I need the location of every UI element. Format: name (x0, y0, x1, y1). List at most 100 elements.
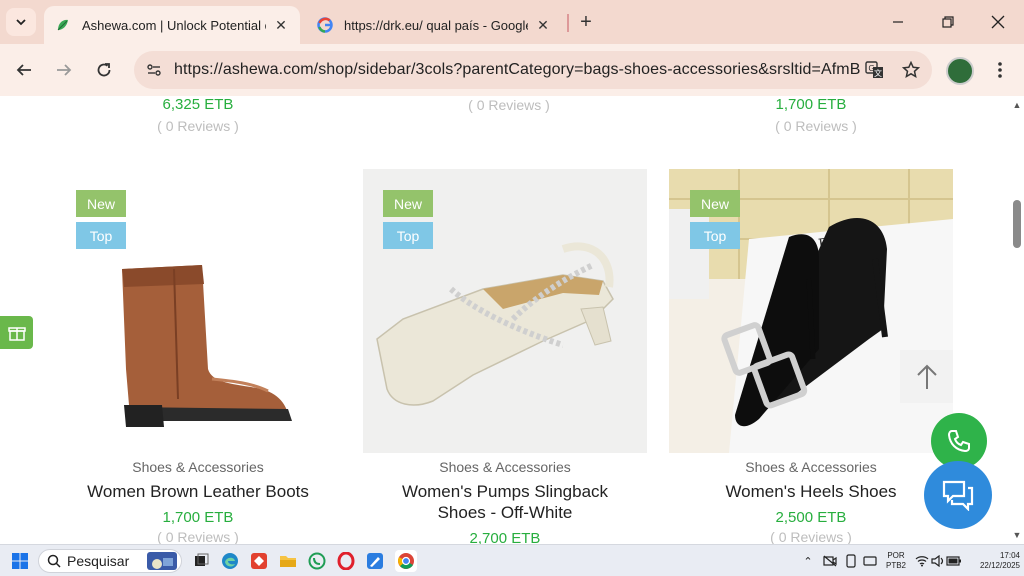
product-category[interactable]: Shoes & Accessories (669, 459, 953, 475)
whatsapp-icon[interactable] (306, 550, 328, 572)
product-price: 2,500 ETB (775, 509, 847, 526)
url-text[interactable]: https://ashewa.com/shop/sidebar/3cols?pa… (174, 61, 860, 79)
scroll-to-top-button[interactable] (900, 350, 953, 403)
product-reviews: ( 0 Reviews ) (775, 118, 857, 134)
gift-button[interactable] (0, 316, 33, 349)
windows-start-icon[interactable] (12, 553, 28, 569)
reload-icon (97, 63, 111, 77)
back-button[interactable] (10, 56, 38, 84)
new-tab-button[interactable]: + (574, 10, 598, 34)
product-name[interactable]: Women's Heels Shoes (669, 481, 953, 502)
product-card-image[interactable]: ERRE New Top (669, 169, 953, 453)
scroll-down-arrow-icon[interactable]: ▼ (1012, 530, 1022, 540)
chrome-icon[interactable] (395, 550, 417, 572)
phone-icon (947, 430, 970, 453)
task-view-icon[interactable] (190, 550, 212, 572)
product-price: 2,700 ETB (469, 530, 541, 544)
star-icon (902, 61, 920, 79)
close-icon[interactable]: ✕ (534, 16, 552, 34)
system-clock[interactable]: 17:04 22/12/2025 (964, 551, 1020, 571)
forward-button[interactable] (50, 56, 78, 84)
address-bar[interactable]: https://ashewa.com/shop/sidebar/3cols?pa… (134, 51, 932, 89)
arrow-up-icon (916, 364, 937, 389)
clock-date: 22/12/2025 (979, 561, 1020, 570)
product-card-image[interactable]: New Top (363, 169, 647, 453)
chat-button[interactable] (924, 461, 992, 529)
close-window-button[interactable] (976, 8, 1020, 36)
black-heel-shoe-icon (721, 218, 888, 427)
battery-icon[interactable] (946, 553, 962, 569)
language-code: POR (887, 551, 905, 560)
minimize-icon (893, 21, 903, 23)
arrow-right-icon (57, 64, 72, 76)
product-price: 1,700 ETB (775, 96, 847, 113)
product-reviews: ( 0 Reviews ) (468, 97, 550, 113)
translate-icon: 文G (865, 61, 883, 78)
gift-icon (7, 326, 26, 341)
paint-app-icon[interactable] (364, 550, 386, 572)
drive-icon[interactable] (862, 553, 878, 569)
keyboard-layout: PTB2 (885, 561, 906, 570)
product-price: 1,700 ETB (162, 509, 234, 526)
windows-taskbar: Pesquisar ⌃ POR PTB2 17:04 22/12/2025 (0, 544, 1024, 576)
close-icon (991, 15, 1005, 29)
tab-ashewa[interactable]: Ashewa.com | Unlock Potential of C ✕ (44, 6, 300, 44)
bookmark-button[interactable] (896, 55, 926, 85)
tab-strip: Ashewa.com | Unlock Potential of C ✕ htt… (0, 0, 1024, 44)
tab-google[interactable]: https://drk.eu/ qual país - Google ✕ (306, 6, 562, 44)
product-category[interactable]: Shoes & Accessories (363, 459, 647, 475)
arrow-left-icon (16, 64, 31, 76)
product-name[interactable]: Women's Pumps Slingback (363, 481, 647, 502)
ashewa-favicon-icon (54, 16, 72, 34)
browser-toolbar: https://ashewa.com/shop/sidebar/3cols?pa… (0, 44, 1024, 96)
svg-text:文: 文 (874, 68, 882, 78)
product-card-image[interactable]: New Top (62, 169, 346, 453)
google-favicon-icon (316, 16, 334, 34)
chevron-down-icon (16, 19, 26, 26)
tab-title: Ashewa.com | Unlock Potential of C (82, 17, 266, 33)
site-info-icon[interactable] (142, 58, 166, 82)
scroll-up-arrow-icon[interactable]: ▲ (1012, 100, 1022, 110)
file-explorer-icon[interactable] (277, 550, 299, 572)
svg-text:G: G (868, 64, 874, 73)
product-reviews: ( 0 Reviews ) (157, 529, 239, 544)
phone-link-icon[interactable] (843, 553, 859, 569)
more-menu-button[interactable] (990, 56, 1010, 84)
wifi-icon[interactable] (914, 553, 930, 569)
chat-icon (942, 480, 974, 511)
opera-icon[interactable] (335, 550, 357, 572)
product-price: 6,325 ETB (162, 96, 234, 113)
restore-icon (942, 16, 954, 28)
tab-title: https://drk.eu/ qual país - Google (344, 17, 528, 33)
page-content: 6,325 ETB ( 0 Reviews ) ( 0 Reviews ) 1,… (0, 96, 1024, 544)
taskbar-search-placeholder: Pesquisar (67, 553, 130, 569)
search-highlight-icon (147, 552, 177, 570)
brown-ankle-boot-icon (122, 265, 292, 427)
product-reviews: ( 0 Reviews ) (157, 118, 239, 134)
volume-icon[interactable] (930, 553, 946, 569)
close-icon[interactable]: ✕ (272, 16, 290, 34)
off-white-slingback-pump-icon (376, 242, 614, 406)
camera-off-icon[interactable] (822, 553, 838, 569)
chevron-up-icon[interactable]: ⌃ (800, 553, 816, 569)
kebab-menu-icon (998, 62, 1002, 78)
translate-button[interactable]: 文G (860, 55, 890, 85)
search-icon (47, 554, 61, 568)
product-category[interactable]: Shoes & Accessories (56, 459, 340, 475)
page-scrollbar[interactable]: ▲ ▼ (1010, 96, 1024, 544)
reload-button[interactable] (90, 56, 118, 84)
taskbar-search[interactable]: Pesquisar (38, 549, 182, 573)
minimize-button[interactable] (876, 8, 920, 36)
product-name[interactable]: Women Brown Leather Boots (56, 481, 340, 502)
product-name-line2[interactable]: Shoes - Off-White (363, 502, 647, 523)
input-language[interactable]: POR PTB2 (884, 551, 908, 571)
product-reviews: ( 0 Reviews ) (770, 529, 852, 544)
edge-icon[interactable] (219, 550, 241, 572)
anydesk-icon[interactable] (248, 550, 270, 572)
profile-avatar[interactable] (946, 57, 974, 85)
clock-time: 17:04 (999, 551, 1020, 560)
tab-divider (567, 14, 569, 32)
tab-search-button[interactable] (6, 8, 36, 36)
restore-button[interactable] (926, 8, 970, 36)
scrollbar-thumb[interactable] (1013, 200, 1021, 248)
